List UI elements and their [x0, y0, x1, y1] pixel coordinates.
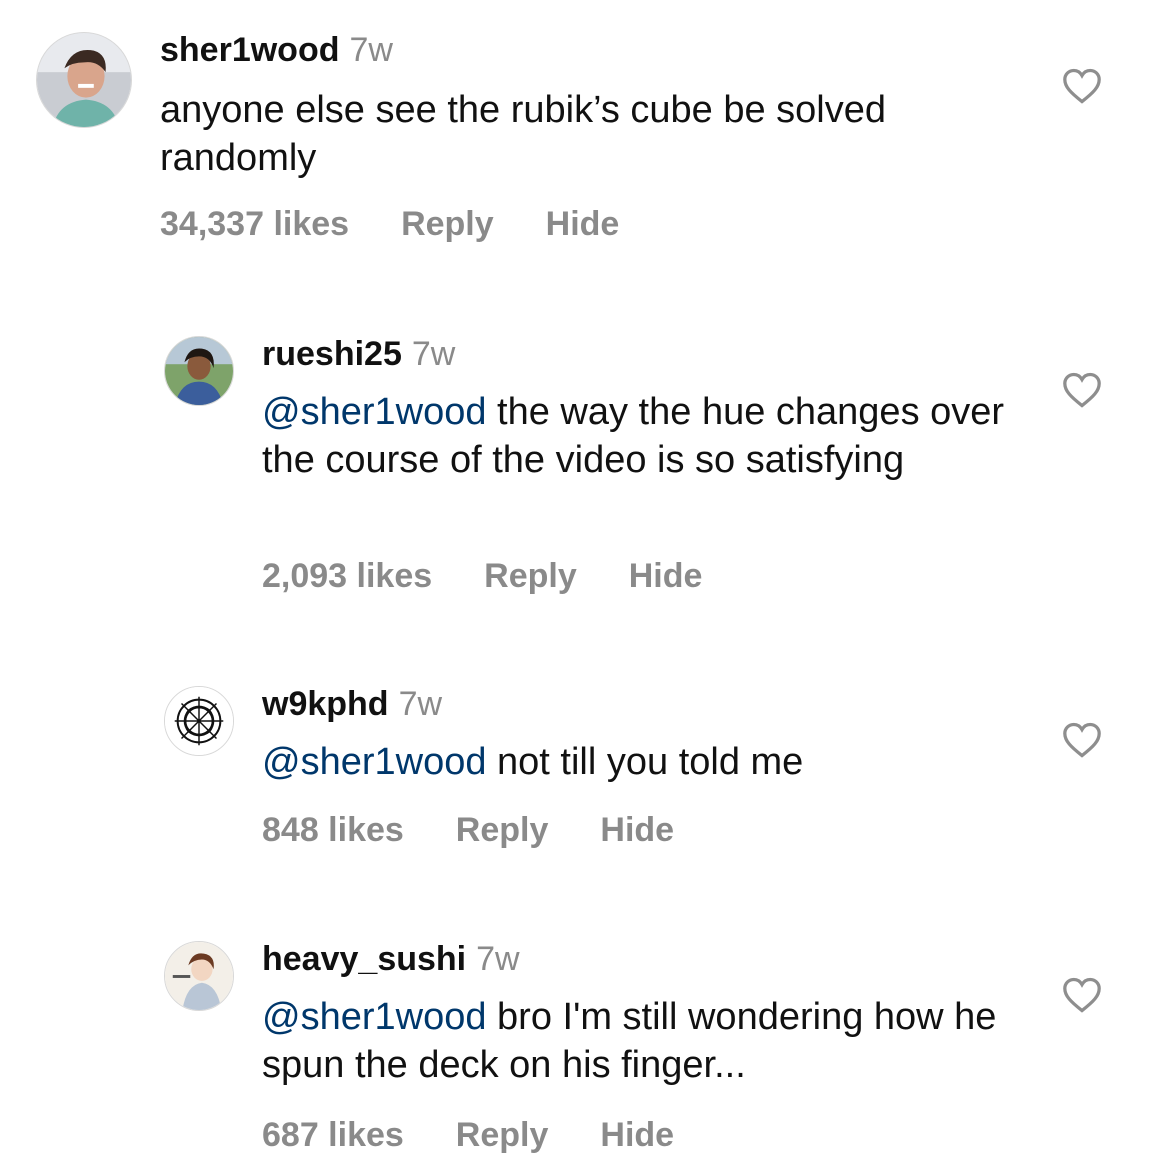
reply-button[interactable]: Reply: [401, 204, 494, 244]
reply-button[interactable]: Reply: [456, 810, 549, 850]
avatar[interactable]: [164, 336, 234, 406]
comment-actions: 34,337 likes Reply Hide: [160, 204, 619, 244]
comment-body: sher1wood 7w anyone else see the rubik’s …: [160, 30, 1020, 182]
likes-count[interactable]: 2,093 likes: [262, 556, 432, 596]
comment-header: rueshi25 7w: [262, 334, 1022, 374]
timestamp: 7w: [476, 940, 520, 978]
likes-count[interactable]: 848 likes: [262, 810, 404, 850]
comment-actions: 848 likes Reply Hide: [262, 810, 674, 850]
heart-icon[interactable]: [1062, 977, 1102, 1013]
hide-button[interactable]: Hide: [600, 1115, 674, 1155]
comment-reply: rueshi25 7w @sher1wood the way the hue ch…: [0, 320, 1170, 610]
comment-actions: 687 likes Reply Hide: [262, 1115, 674, 1155]
reply-button[interactable]: Reply: [484, 556, 577, 596]
comment-header: w9kphd 7w: [262, 684, 1022, 724]
comment: sher1wood 7w anyone else see the rubik’s …: [0, 0, 1170, 280]
likes-count[interactable]: 34,337 likes: [160, 204, 349, 244]
comment-body: rueshi25 7w @sher1wood the way the hue ch…: [262, 334, 1022, 484]
comment-actions: 2,093 likes Reply Hide: [262, 556, 702, 596]
comment-text-content: anyone else see the rubik’s cube be solv…: [160, 89, 887, 179]
avatar[interactable]: [164, 686, 234, 756]
timestamp: 7w: [398, 685, 443, 723]
heart-icon[interactable]: [1062, 372, 1102, 408]
comment-reply: heavy_sushi 7w @sher1wood bro I'm still w…: [0, 925, 1170, 1166]
reply-button[interactable]: Reply: [456, 1115, 549, 1155]
mention-link[interactable]: @sher1wood: [262, 996, 486, 1038]
mention-link[interactable]: @sher1wood: [262, 391, 486, 433]
username[interactable]: rueshi25: [262, 335, 402, 373]
comment-header: heavy_sushi 7w: [262, 939, 1022, 979]
comment-text-content: not till you told me: [486, 741, 804, 783]
username[interactable]: sher1wood: [160, 31, 339, 69]
comment-body: heavy_sushi 7w @sher1wood bro I'm still w…: [262, 939, 1022, 1089]
avatar[interactable]: [164, 941, 234, 1011]
hide-button[interactable]: Hide: [629, 556, 703, 596]
username[interactable]: heavy_sushi: [262, 940, 466, 978]
comment-body: w9kphd 7w @sher1wood not till you told me: [262, 684, 1022, 786]
avatar[interactable]: [36, 32, 132, 128]
heart-icon[interactable]: [1062, 68, 1102, 104]
timestamp: 7w: [411, 335, 456, 373]
comment-text: @sher1wood the way the hue changes over …: [262, 388, 1022, 484]
comment-text: @sher1wood bro I'm still wondering how h…: [262, 993, 1022, 1089]
hide-button[interactable]: Hide: [600, 810, 674, 850]
hide-button[interactable]: Hide: [546, 204, 620, 244]
comment-text: anyone else see the rubik’s cube be solv…: [160, 86, 1020, 182]
comment-header: sher1wood 7w: [160, 30, 1020, 70]
timestamp: 7w: [349, 31, 393, 69]
likes-count[interactable]: 687 likes: [262, 1115, 404, 1155]
username[interactable]: w9kphd: [262, 685, 389, 723]
mention-link[interactable]: @sher1wood: [262, 741, 486, 783]
comment-text: @sher1wood not till you told me: [262, 738, 1022, 786]
comment-reply: w9kphd 7w @sher1wood not till you told me…: [0, 670, 1170, 870]
heart-icon[interactable]: [1062, 722, 1102, 758]
